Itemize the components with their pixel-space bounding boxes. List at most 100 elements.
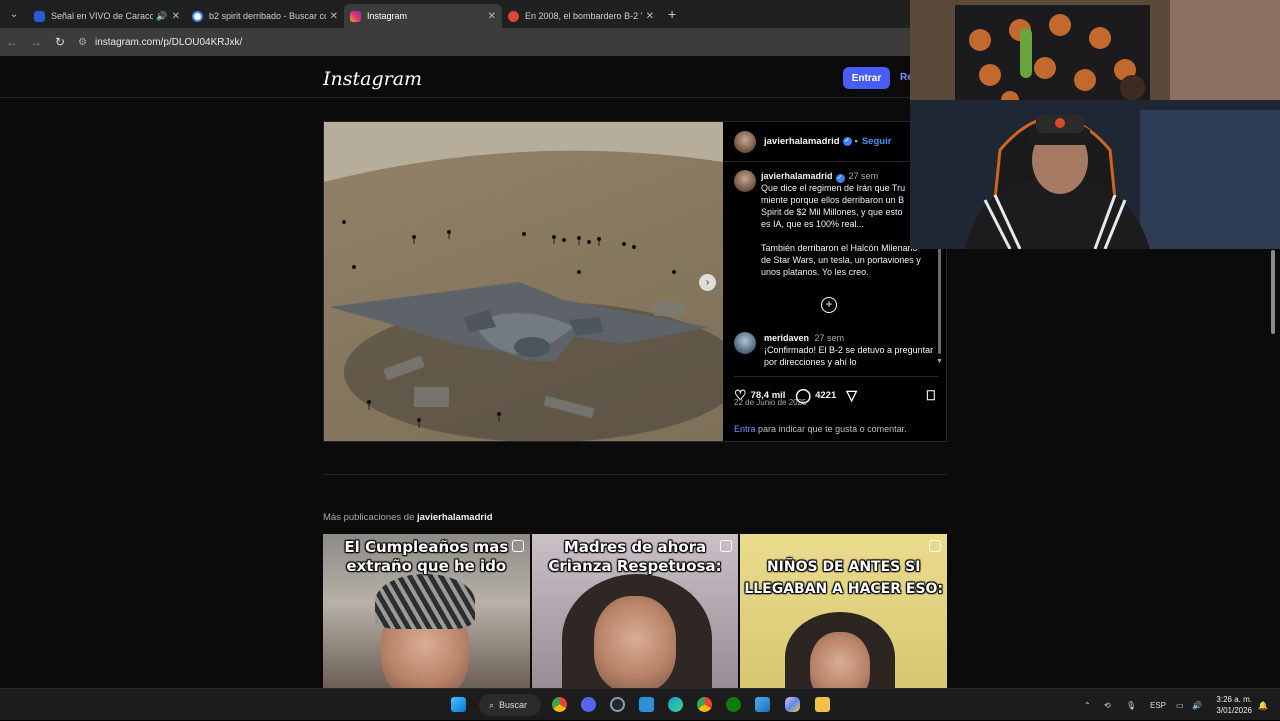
copilot-icon[interactable] [785,697,800,712]
login-prompt-text: para indicar que te gusta o comentar. [758,424,907,434]
next-image-icon[interactable]: › [699,274,716,291]
tab-caracol[interactable]: Señal en VIVO de Caracol T 🔊 ✕ [28,4,186,28]
taskbar-clock[interactable]: 3:26 a. m. 3/01/2026 [1210,694,1252,716]
more-posts-label: Más publicaciones de [323,512,415,523]
url-text: instagram.com/p/DLOU04KRJxk/ [94,36,243,48]
tab-b2-article[interactable]: En 2008, el bombardero B-2 "S ✕ [502,4,660,28]
site-info-icon[interactable]: ⚙ [78,37,87,48]
comment-text: ¡Confirmado! El B-2 se detuvo a pregunta… [764,345,934,367]
taskbar: ⌕ Buscar ⌃ ⟲ 🎙 ESP ▭ 🔊 3:26 a. m. 3/01/2… [0,688,1280,720]
article-favicon-icon [508,10,519,22]
thumbnail-caption: NIÑOS DE ANTES SI LLEGABAN A HACER ESO: [744,559,944,597]
tab-title: Señal en VIVO de Caracol T [51,11,154,21]
photos-icon[interactable] [755,697,770,712]
forward-icon[interactable]: → [24,35,48,49]
speaker-icon[interactable]: 🔊 [156,11,167,22]
b2-bomber-image [324,122,723,441]
microphone-icon[interactable]: 🎙 [1126,689,1136,721]
close-tab-icon[interactable]: ✕ [488,11,496,22]
post-thumbnail[interactable]: Madres de ahora Crianza Respetuosa: [531,534,739,688]
tab-title: En 2008, el bombardero B-2 "S [525,11,642,21]
load-more-comments-icon[interactable]: + [821,297,837,313]
notifications-icon[interactable]: 🔔 [1258,689,1268,721]
thumbnail-caption: El Cumpleaños mas extraño que he ido [344,538,509,575]
sync-icon[interactable]: ⟲ [1104,689,1111,721]
caracol-favicon-icon [34,10,45,22]
login-button[interactable]: Entrar [843,67,890,89]
post-date: 22 de Junio de 2025 [734,398,807,407]
scroll-down-icon[interactable]: ▼ [936,358,943,365]
reel-icon [720,540,733,552]
tab-title: b2 spirit derribado - Buscar co [209,11,326,21]
more-posts-author[interactable]: javierhalamadrid [417,512,493,523]
author-name[interactable]: javierhalamadrid [764,136,840,147]
close-tab-icon[interactable]: ✕ [330,11,338,22]
post-actions: ♡ 78,4 mil ◯ 4221 ▽ ⎕ [734,376,939,403]
comment-author[interactable]: meridaven [764,333,809,343]
file-explorer-icon[interactable] [815,697,830,712]
tab-title: Instagram [367,11,408,21]
search-label: Buscar [499,700,528,710]
bookmark-icon[interactable]: ⎕ [927,387,935,404]
chrome-icon[interactable] [552,697,567,712]
tab-instagram[interactable]: Instagram ✕ [344,4,502,28]
section-divider [323,474,947,475]
comments-count: 4221 [815,389,837,401]
post-card: › javierhalamadrid ✓ • Seguir javierhala… [323,121,947,442]
clock-date: 3/01/2026 [1216,706,1252,715]
google-favicon-icon [192,10,203,22]
page-scrollbar[interactable] [1271,250,1275,334]
reload-icon[interactable]: ↻ [48,35,72,49]
thumbnail-caption: Madres de ahora Crianza Respetuosa: [548,538,722,575]
xbox-icon[interactable] [726,697,741,712]
tab-google-search[interactable]: b2 spirit derribado - Buscar co ✕ [186,4,344,28]
instagram-logo[interactable]: Instagram [323,68,422,90]
chrome-alt-icon[interactable] [697,697,712,712]
caption-time: 27 sem [848,171,879,181]
notepad-icon[interactable] [639,697,654,712]
webcam-overlay [910,0,1280,249]
search-icon: ⌕ [489,699,495,710]
follow-button[interactable]: Seguir [862,136,892,147]
comment-time: 27 sem [814,333,845,343]
new-tab-icon[interactable]: + [668,6,676,22]
webcam-image [910,0,1280,249]
back-icon[interactable]: ← [0,35,24,49]
reel-icon [929,540,942,552]
share-icon[interactable]: ▽ [846,387,857,404]
login-link[interactable]: Entra [734,424,756,434]
tray-chevron-icon[interactable]: ⌃ [1084,689,1091,721]
post-image[interactable]: › [324,122,723,441]
volume-icon[interactable]: 🔊 [1192,689,1202,721]
person-image [810,632,871,688]
author-avatar[interactable] [734,130,756,153]
login-prompt: Entra para indicar que te gusta o coment… [734,424,907,434]
more-posts-grid: El Cumpleaños mas extraño que he ido Mad… [323,534,948,688]
network-icon[interactable]: ▭ [1176,689,1184,721]
url-input[interactable]: ⚙ instagram.com/p/DLOU04KRJxk/ [78,31,910,53]
clock-time: 3:26 a. m. [1216,695,1252,704]
steam-icon[interactable] [610,697,625,712]
taskbar-search[interactable]: ⌕ Buscar [479,694,541,716]
edge-icon[interactable] [668,697,683,712]
close-tab-icon[interactable]: ✕ [172,11,180,22]
caption-avatar[interactable] [734,170,756,192]
beanie-image [375,574,475,629]
more-posts-title: Más publicaciones de javierhalamadrid [323,512,493,523]
verified-icon: ✓ [842,137,852,146]
instagram-favicon-icon [350,10,361,22]
comment-body: meridaven 27 sem ¡Confirmado! El B-2 se … [764,332,934,368]
caption-author[interactable]: javierhalamadrid [761,171,833,181]
close-tab-icon[interactable]: ✕ [646,11,654,22]
windows-start-icon[interactable] [451,697,466,712]
person-image [593,596,676,688]
commenter-avatar[interactable] [734,332,756,354]
post-thumbnail[interactable]: NIÑOS DE ANTES SI LLEGABAN A HACER ESO: [740,534,948,688]
tab-search-icon[interactable]: ⌄ [0,0,28,28]
reel-icon [511,540,524,552]
discord-icon[interactable] [581,697,596,712]
dot-separator: • [854,136,858,147]
address-bar: ← → ↻ ⚙ instagram.com/p/DLOU04KRJxk/ [0,28,910,56]
post-thumbnail[interactable]: El Cumpleaños mas extraño que he ido [323,534,530,688]
language-indicator[interactable]: ESP [1150,689,1166,721]
